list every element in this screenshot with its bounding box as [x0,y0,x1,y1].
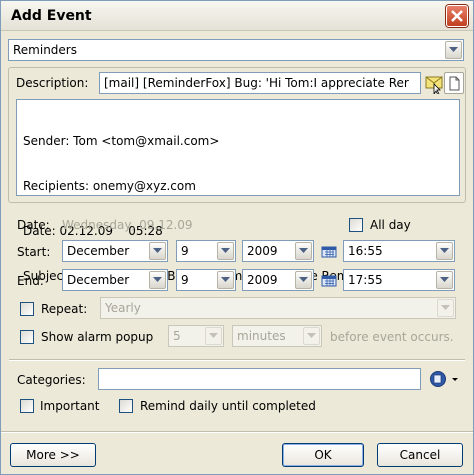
all-day-label: All day [370,218,411,232]
alarm-amount-select[interactable]: 5 [168,325,224,347]
close-icon [451,10,463,22]
date-value: Wednesday, 09.12.09 [62,218,193,232]
start-year-value: 2009 [247,244,278,258]
reminder-type-select[interactable]: Reminders [8,39,464,61]
document-icon[interactable] [444,72,464,94]
end-year-select[interactable]: 2009 [242,269,314,291]
chevron-down-icon [205,327,222,345]
add-event-dialog: Add Event Reminders Description: [mail] … [0,0,474,475]
alarm-unit-value: minutes [237,329,286,343]
calendar-icon[interactable] [320,240,340,262]
reminder-type-value: Reminders [13,43,77,57]
cancel-button[interactable]: Cancel [377,443,463,467]
notes-textarea[interactable]: Sender: Tom <tom@xmail.com> Recipients: … [16,99,460,283]
divider [9,359,465,361]
start-month-select[interactable]: December [62,240,168,262]
important-checkbox[interactable] [20,399,34,413]
start-month-value: December [67,244,130,258]
chevron-down-icon [445,41,462,59]
chevron-down-icon [295,271,312,289]
all-day-checkbox[interactable] [349,218,363,232]
categories-menu-icon[interactable] [429,368,461,390]
start-label: Start: [17,245,51,259]
alarm-checkbox[interactable] [20,330,34,344]
repeat-select[interactable]: Yearly [100,297,456,319]
notes-line: Sender: Tom <tom@xmail.com> [23,134,220,148]
categories-input[interactable] [98,368,421,390]
chevron-down-icon [436,242,453,260]
chevron-down-icon [295,242,312,260]
start-time-select[interactable]: 16:55 [343,240,455,262]
ok-button[interactable]: OK [282,443,364,467]
repeat-checkbox[interactable] [20,302,34,316]
end-time-value: 17:55 [348,273,383,287]
end-day-value: 9 [181,273,189,287]
calendar-icon[interactable] [320,269,340,291]
start-year-select[interactable]: 2009 [242,240,314,262]
chevron-down-icon [303,327,320,345]
close-button[interactable] [446,5,468,27]
bottom-divider [1,431,473,433]
end-day-select[interactable]: 9 [176,269,236,291]
mail-icon[interactable] [424,72,444,96]
chevron-down-icon [436,271,453,289]
chevron-down-icon [437,299,454,317]
chevron-down-icon [217,242,234,260]
alarm-label: Show alarm popup [41,330,154,344]
chevron-down-icon [217,271,234,289]
description-label: Description: [16,76,89,90]
notes-line: Recipients: onemy@xyz.com [23,179,196,193]
title-bar: Add Event [1,1,473,31]
end-month-select[interactable]: December [62,269,168,291]
important-label: Important [40,399,100,413]
remind-daily-label: Remind daily until completed [140,399,316,413]
start-day-select[interactable]: 9 [176,240,236,262]
chevron-down-icon [149,242,166,260]
start-day-value: 9 [181,244,189,258]
alarm-unit-select[interactable]: minutes [232,325,322,347]
repeat-label: Repeat: [41,302,88,316]
categories-label: Categories: [17,373,86,387]
end-time-select[interactable]: 17:55 [343,269,455,291]
chevron-down-icon [149,271,166,289]
date-label: Date: [17,218,50,232]
alarm-amount-value: 5 [173,329,181,343]
end-year-value: 2009 [247,273,278,287]
end-month-value: December [67,273,130,287]
end-label: End: [17,274,44,288]
alarm-suffix: before event occurs. [330,330,454,344]
more-button[interactable]: More >> [10,443,96,467]
description-value: [mail] [ReminderFox] Bug: 'Hi Tom:I appr… [104,76,409,90]
window-title: Add Event [11,8,92,24]
repeat-value: Yearly [105,301,141,315]
remind-daily-checkbox[interactable] [119,399,133,413]
start-time-value: 16:55 [348,244,383,258]
description-input[interactable]: [mail] [ReminderFox] Bug: 'Hi Tom:I appr… [99,72,421,94]
